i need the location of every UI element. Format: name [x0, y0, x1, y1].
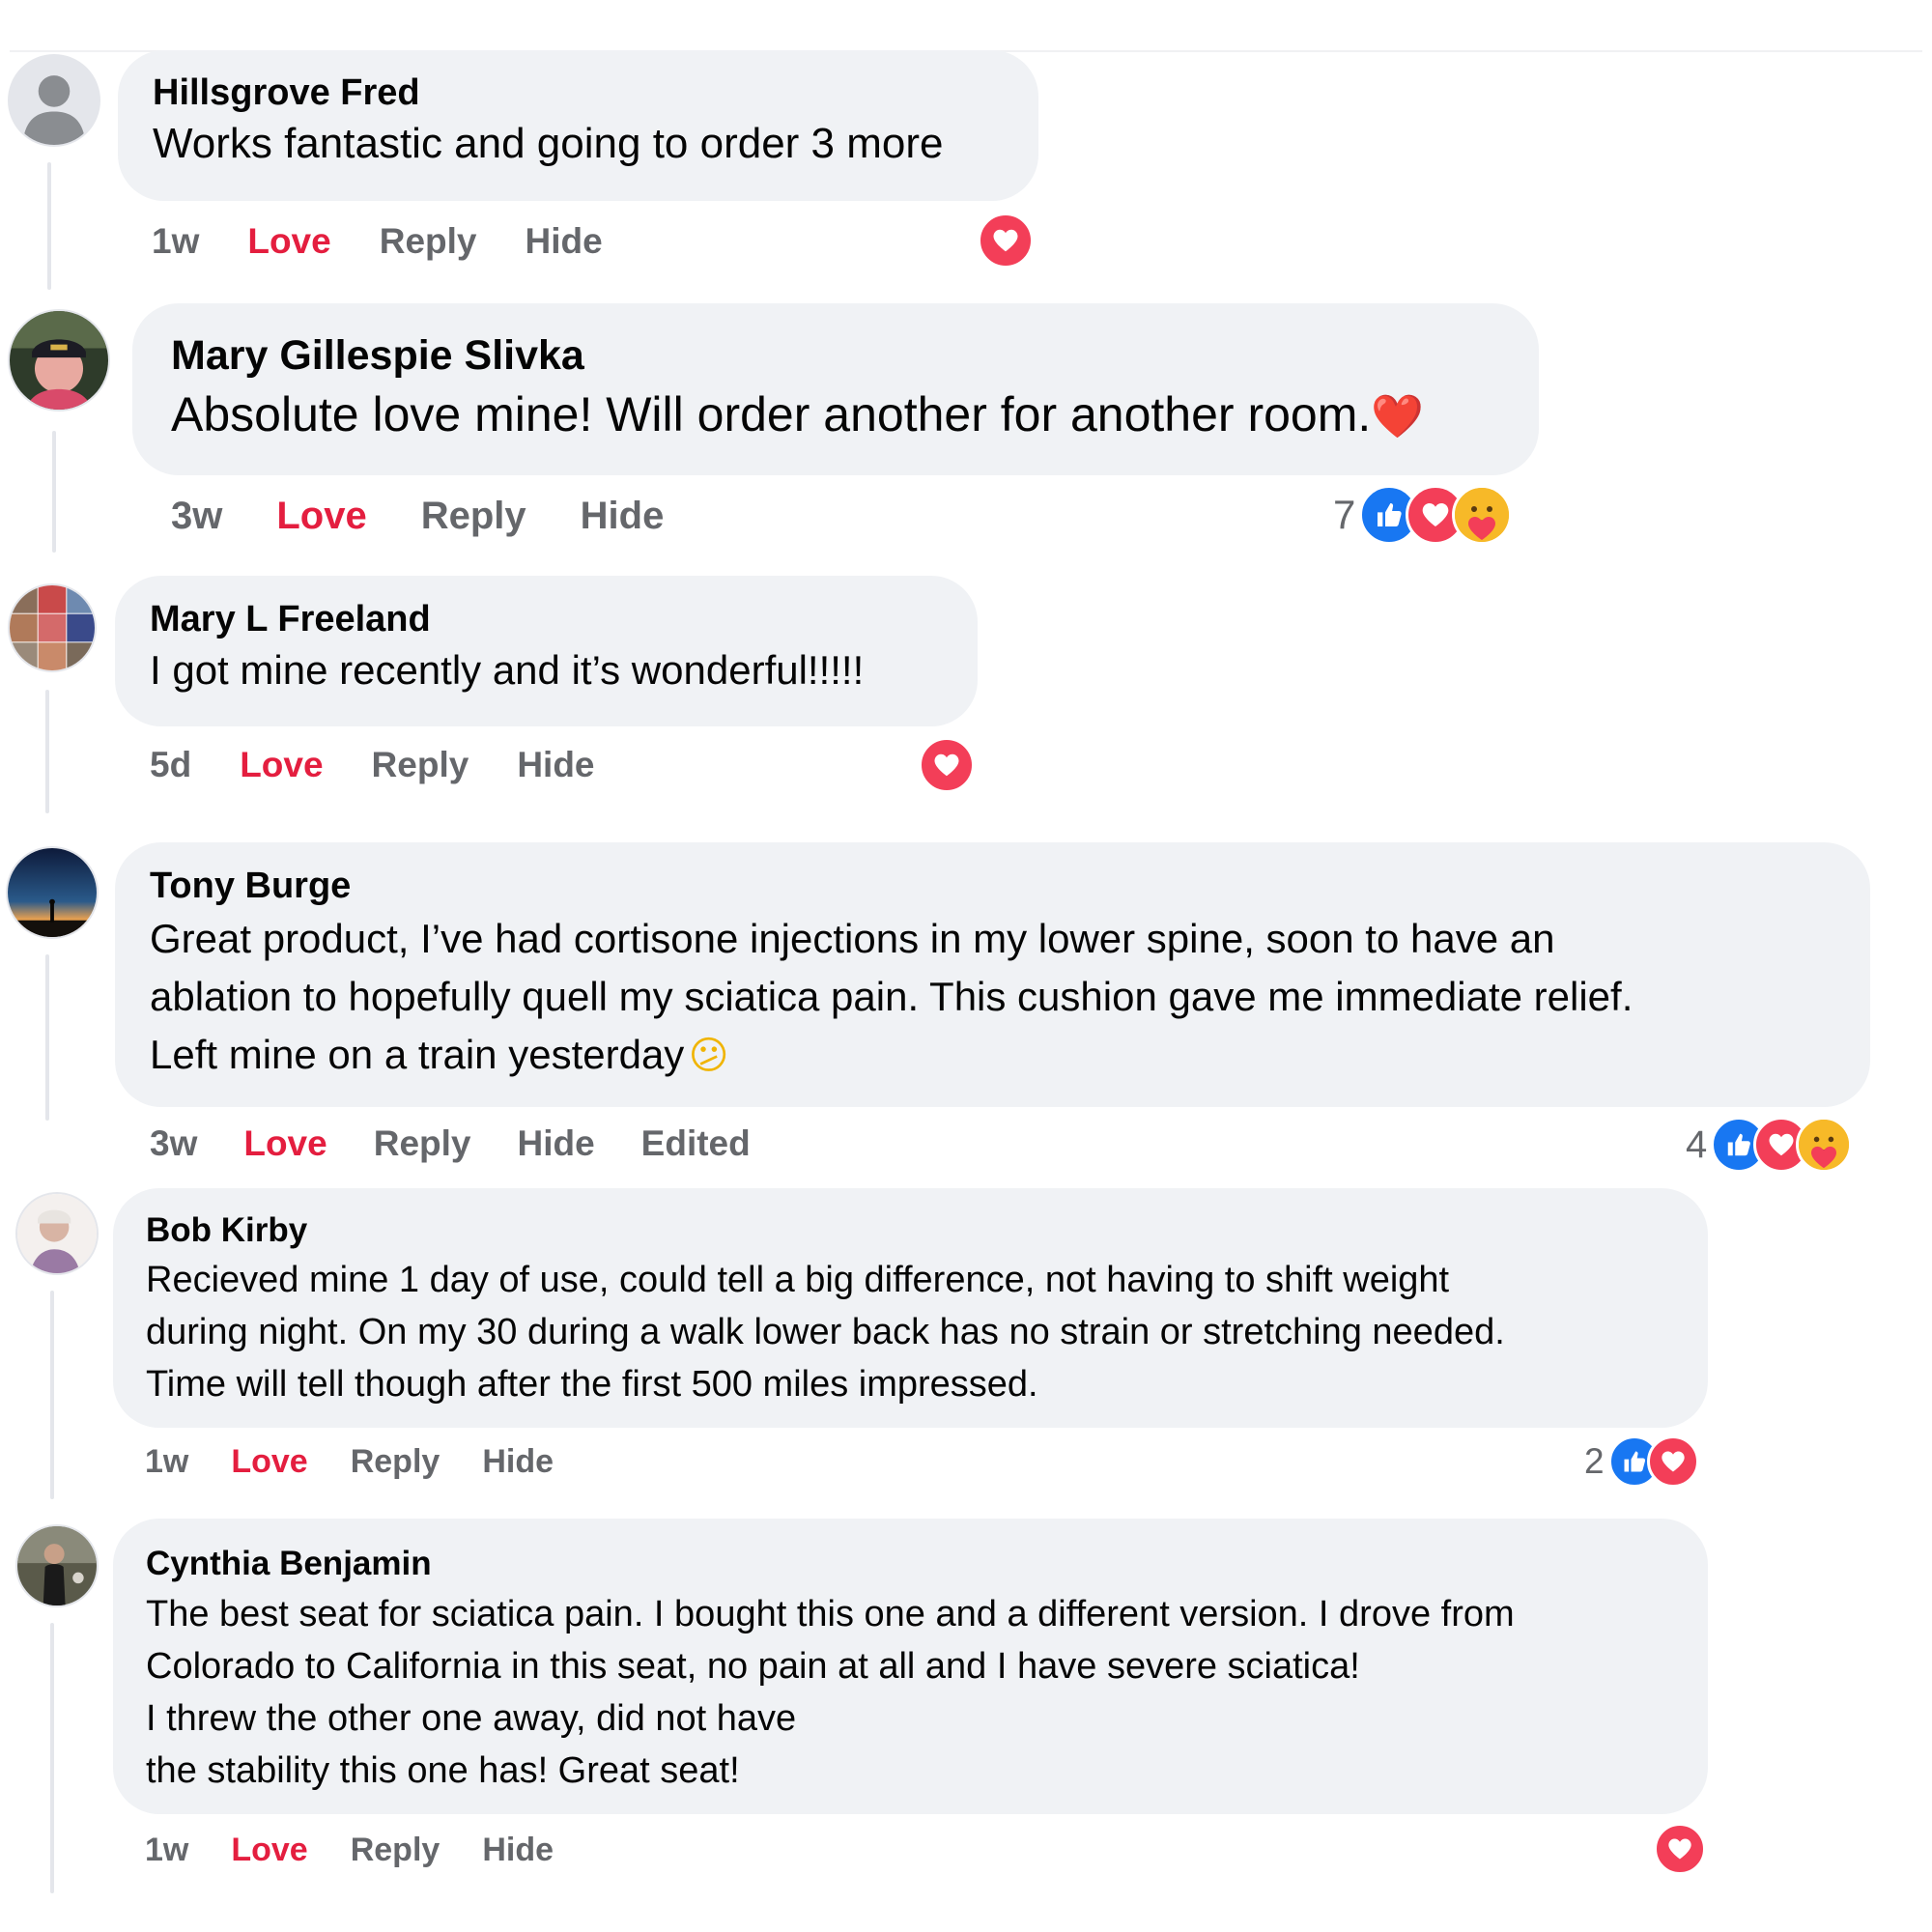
hide-button[interactable]: Hide [517, 1123, 594, 1164]
care-icon [1796, 1117, 1853, 1173]
comment-timestamp[interactable]: 1w [152, 221, 199, 262]
comment-bubble: Tony Burge Great product, I’ve had corti… [115, 842, 1870, 1107]
comment-item: Tony Burge Great product, I’ve had corti… [0, 821, 1932, 1179]
comment-bubble: Mary L Freeland I got mine recently and … [115, 576, 978, 726]
reply-button[interactable]: Reply [351, 1443, 440, 1481]
confused-emoji: 😕 [688, 1035, 729, 1077]
comment-author[interactable]: Bob Kirby [146, 1208, 1675, 1254]
default-avatar-icon [10, 56, 99, 145]
thread-line [45, 690, 49, 813]
comment-text: Great product, I’ve had cortisone inject… [150, 916, 1634, 1077]
love-button[interactable]: Love [231, 1443, 307, 1481]
thread-line [50, 1291, 54, 1499]
reply-button[interactable]: Reply [374, 1123, 471, 1164]
comment-text: Works fantastic and going to order 3 mor… [153, 120, 944, 167]
hide-button[interactable]: Hide [482, 1832, 554, 1869]
avatar[interactable] [8, 54, 100, 147]
love-button[interactable]: Love [240, 745, 323, 785]
love-icon [978, 213, 1034, 269]
comment-text: The best seat for sciatica pain. I bough… [146, 1594, 1515, 1791]
avatar[interactable] [8, 309, 110, 412]
comment-item: Mary L Freeland I got mine recently and … [0, 560, 1932, 821]
reply-button[interactable]: Reply [380, 221, 477, 262]
love-button[interactable]: Love [276, 495, 366, 538]
reaction-summary[interactable]: 2 [1584, 1434, 1699, 1490]
reaction-count: 2 [1584, 1441, 1605, 1481]
heart-emoji: ❤️ [1371, 393, 1425, 440]
comment-item: Mary Gillespie Slivka Absolute love mine… [0, 290, 1932, 560]
comment-text: Absolute love mine! Will order another f… [171, 387, 1372, 441]
comment-actions: 1w Love Reply Hide [145, 1826, 554, 1874]
avatar[interactable] [8, 583, 97, 672]
comment-timestamp[interactable]: 5d [150, 745, 191, 785]
hide-button[interactable]: Hide [517, 745, 594, 785]
reaction-summary[interactable]: 7 [1333, 483, 1513, 547]
reply-button[interactable]: Reply [421, 495, 526, 538]
comment-body: Great product, I’ve had cortisone inject… [150, 910, 1835, 1085]
comment-text: I got mine recently and it’s wonderful!!… [150, 647, 865, 693]
care-icon [1452, 485, 1513, 545]
love-icon [919, 737, 975, 793]
reaction-summary[interactable] [978, 212, 1034, 270]
comment-timestamp[interactable]: 1w [145, 1443, 188, 1481]
comment-text-line: Absolute love mine! Will order another f… [171, 383, 1500, 449]
hide-button[interactable]: Hide [581, 495, 665, 538]
hide-button[interactable]: Hide [482, 1443, 554, 1481]
profile-collage [10, 585, 95, 670]
sunset-photo [8, 848, 97, 937]
love-button[interactable]: Love [231, 1832, 307, 1869]
comment-author[interactable]: Tony Burge [150, 862, 1835, 910]
profile-photo [10, 311, 108, 410]
comment-bubble: Hillsgrove Fred Works fantastic and goin… [118, 50, 1038, 201]
reaction-summary[interactable] [919, 736, 975, 794]
reply-button[interactable]: Reply [351, 1832, 440, 1869]
comment-bubble: Mary Gillespie Slivka Absolute love mine… [132, 303, 1539, 475]
reaction-summary[interactable]: 4 [1686, 1115, 1853, 1175]
comment-author[interactable]: Cynthia Benjamin [146, 1540, 1675, 1588]
avatar[interactable] [15, 1524, 99, 1607]
comment-actions: 1w Love Reply Hide [145, 1437, 554, 1486]
comment-timestamp[interactable]: 1w [145, 1832, 188, 1869]
comment-text: Recieved mine 1 day of use, could tell a… [146, 1260, 1505, 1405]
comment-item: Bob Kirby Recieved mine 1 day of use, co… [0, 1179, 1932, 1507]
love-icon [1646, 1435, 1699, 1488]
profile-photo [17, 1526, 97, 1605]
comment-actions: 3w Love Reply Hide Edited [150, 1119, 751, 1169]
comment-bubble: Cynthia Benjamin The best seat for sciat… [113, 1519, 1708, 1814]
profile-photo [17, 1194, 97, 1273]
avatar[interactable] [6, 846, 99, 939]
love-button[interactable]: Love [247, 221, 330, 262]
comment-actions: 3w Love Reply Hide [171, 487, 664, 545]
comment-author[interactable]: Mary L Freeland [150, 595, 943, 643]
comment-item: Hillsgrove Fred Works fantastic and goin… [0, 0, 1932, 290]
love-icon [1654, 1823, 1706, 1875]
reaction-count: 4 [1686, 1122, 1708, 1166]
reaction-summary[interactable] [1654, 1822, 1706, 1876]
comment-author[interactable]: Mary Gillespie Slivka [171, 328, 1500, 383]
thread-line [52, 431, 56, 553]
thread-line [47, 162, 51, 290]
comment-timestamp[interactable]: 3w [150, 1123, 197, 1164]
hide-button[interactable]: Hide [525, 221, 602, 262]
comment-item: Cynthia Benjamin The best seat for sciat… [0, 1507, 1932, 1932]
comment-author[interactable]: Hillsgrove Fred [153, 70, 1004, 116]
edited-label[interactable]: Edited [641, 1123, 751, 1164]
comment-timestamp[interactable]: 3w [171, 495, 222, 538]
reaction-count: 7 [1333, 492, 1356, 537]
avatar[interactable] [15, 1192, 99, 1275]
comment-bubble: Bob Kirby Recieved mine 1 day of use, co… [113, 1188, 1708, 1428]
love-button[interactable]: Love [243, 1123, 327, 1164]
reply-button[interactable]: Reply [372, 745, 469, 785]
thread-line [50, 1623, 54, 1893]
comment-actions: 1w Love Reply Hide [152, 216, 603, 267]
comment-actions: 5d Love Reply Hide [150, 740, 595, 790]
thread-line [45, 954, 49, 1121]
